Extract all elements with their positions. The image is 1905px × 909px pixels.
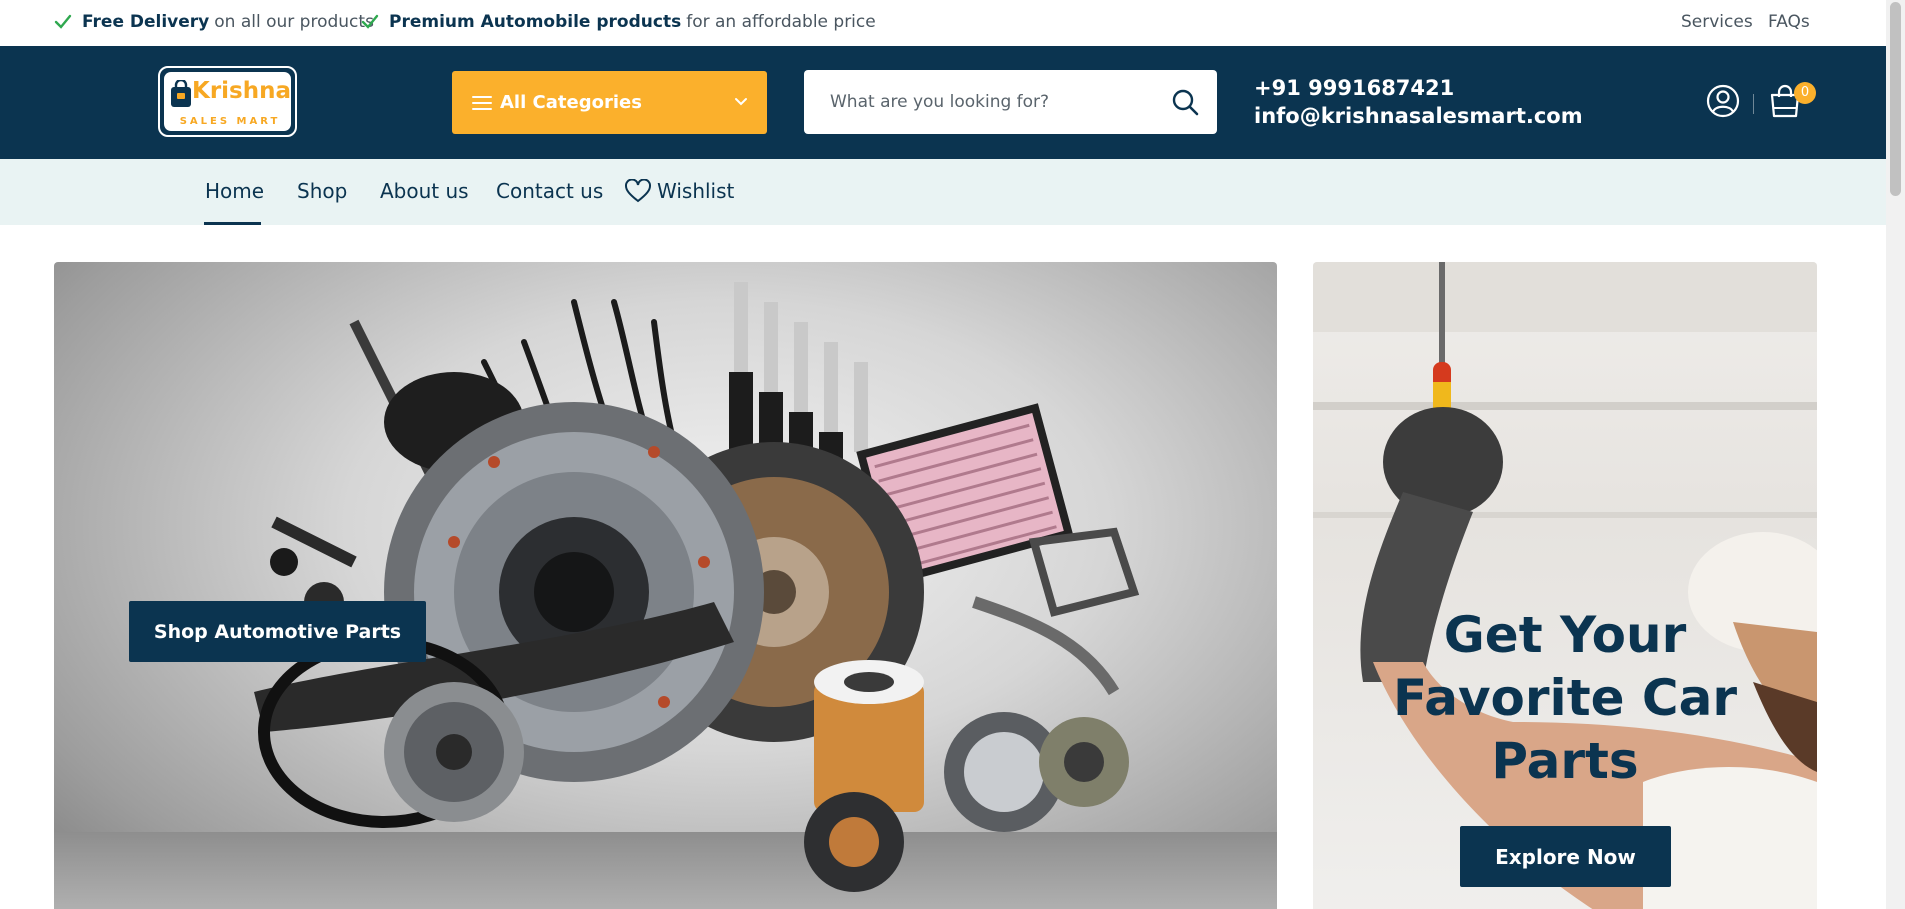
search-icon[interactable] bbox=[1171, 88, 1199, 116]
site-logo[interactable]: Krishna SALES MART bbox=[158, 66, 297, 137]
free-delivery-feature: Free Delivery on all our products bbox=[54, 12, 374, 32]
shop-automotive-parts-button[interactable]: Shop Automotive Parts bbox=[129, 601, 426, 662]
nav-contact-us[interactable]: Contact us bbox=[496, 179, 603, 203]
search-bar bbox=[804, 70, 1217, 134]
logo-word: Krishna bbox=[192, 78, 292, 104]
free-delivery-text: on all our products bbox=[214, 12, 374, 32]
automotive-parts-image bbox=[254, 282, 1140, 892]
contact-info: +91 9991687421 info@krishnasalesmart.com bbox=[1254, 74, 1583, 130]
shopping-bag-logo-icon bbox=[171, 80, 191, 107]
nav-wishlist[interactable]: Wishlist bbox=[625, 179, 734, 203]
email-address[interactable]: info@krishnasalesmart.com bbox=[1254, 102, 1583, 130]
nav-home[interactable]: Home bbox=[205, 179, 264, 203]
header-divider bbox=[1753, 94, 1754, 114]
cart-count-badge: 0 bbox=[1794, 82, 1816, 104]
all-categories-label: All Categories bbox=[500, 92, 642, 113]
heart-icon bbox=[625, 179, 651, 203]
faqs-link[interactable]: FAQs bbox=[1768, 12, 1810, 32]
hero-banner-main[interactable]: Shop Automotive Parts bbox=[54, 262, 1277, 909]
explore-now-button[interactable]: Explore Now bbox=[1460, 826, 1671, 887]
phone-number[interactable]: +91 9991687421 bbox=[1254, 74, 1583, 102]
free-delivery-bold: Free Delivery bbox=[82, 12, 210, 32]
nav-active-indicator bbox=[204, 222, 261, 225]
logo-subtitle: SALES MART bbox=[179, 116, 281, 127]
nav-shop[interactable]: Shop bbox=[297, 179, 347, 203]
top-bar: Free Delivery on all our products Premiu… bbox=[0, 0, 1886, 46]
scrollbar-thumb[interactable] bbox=[1890, 2, 1901, 196]
premium-products-bold: Premium Automobile products bbox=[389, 12, 682, 32]
all-categories-dropdown[interactable]: All Categories bbox=[452, 71, 767, 134]
check-icon bbox=[361, 14, 379, 29]
side-headline: Get Your Favorite Car Parts bbox=[1392, 606, 1738, 790]
user-account-icon[interactable] bbox=[1706, 84, 1740, 118]
hero-banner-side[interactable]: Get Your Favorite Car Parts Explore Now bbox=[1313, 262, 1817, 909]
main-nav: Home Shop About us Contact us Wishlist bbox=[0, 159, 1886, 225]
services-link[interactable]: Services bbox=[1681, 12, 1753, 32]
chevron-down-icon bbox=[735, 98, 747, 106]
mechanic-image bbox=[1313, 262, 1817, 909]
check-icon bbox=[54, 14, 72, 29]
premium-products-feature: Premium Automobile products for an affor… bbox=[361, 12, 876, 32]
wishlist-label: Wishlist bbox=[657, 179, 735, 203]
nav-about-us[interactable]: About us bbox=[380, 179, 469, 203]
main-header: Krishna SALES MART All Categories +91 99… bbox=[0, 46, 1886, 159]
search-input[interactable] bbox=[830, 88, 1150, 116]
premium-products-text: for an affordable price bbox=[686, 12, 876, 32]
page-scrollbar[interactable] bbox=[1886, 0, 1905, 909]
menu-icon bbox=[472, 95, 492, 110]
